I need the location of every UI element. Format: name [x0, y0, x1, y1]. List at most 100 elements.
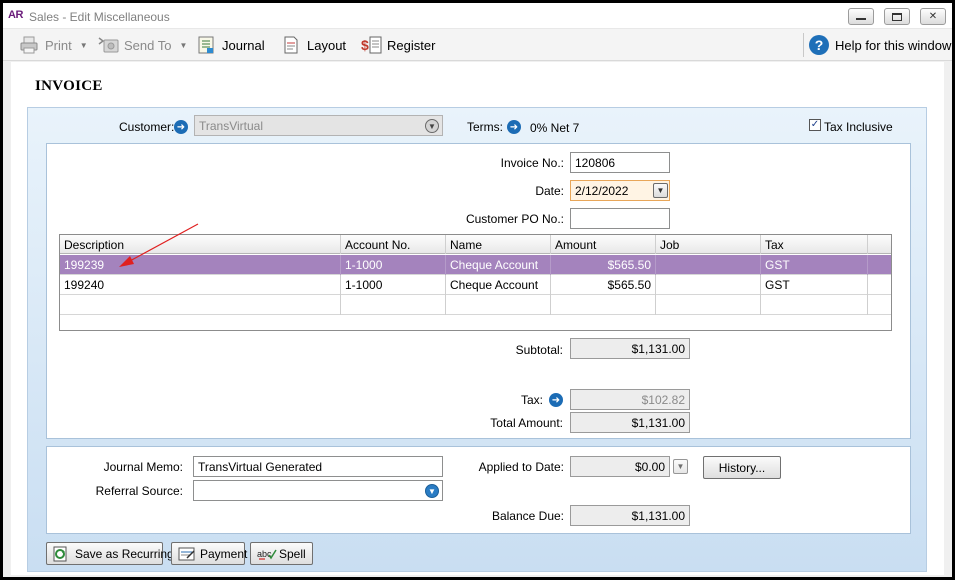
register-icon: $ [361, 35, 382, 55]
calendar-dropdown-icon[interactable]: ▼ [653, 183, 668, 198]
journal-label: Journal [222, 37, 265, 53]
help-button[interactable]: ? Help for this window [809, 35, 951, 55]
toolbar: Print ▼ Send To ▼ Journal Layout $ Regis… [3, 29, 952, 61]
window-title: Sales - Edit Miscellaneous [29, 10, 170, 24]
column-header-amount[interactable]: Amount [551, 235, 656, 254]
column-header-job[interactable]: Job [656, 235, 761, 254]
payment-label: Payment [200, 546, 248, 561]
cell-job[interactable] [656, 295, 761, 315]
cell-description[interactable] [60, 295, 341, 315]
invoice-no-field[interactable]: 120806 [570, 152, 670, 173]
title-bar: AR Sales - Edit Miscellaneous ✕ [3, 3, 952, 29]
cell-amount[interactable]: $565.50 [551, 275, 656, 295]
invoice-panel: Customer: ➜ TransVirtual ▼ Terms: ➜ 0% N… [27, 107, 927, 572]
customer-arrow-icon[interactable]: ➜ [174, 120, 188, 134]
cell-amount[interactable] [551, 295, 656, 315]
send-to-button[interactable]: Send To ▼ [98, 35, 187, 55]
tax-inclusive-checkbox[interactable]: ✓ [809, 119, 821, 131]
minimize-button[interactable] [848, 8, 874, 25]
line-items-grid[interactable]: Description Account No. Name Amount Job … [59, 234, 892, 331]
svg-text:abc: abc [257, 549, 272, 559]
cell-tax[interactable]: GST [761, 255, 868, 275]
print-label: Print [45, 37, 72, 53]
chevron-down-icon[interactable]: ▼ [673, 459, 688, 474]
invoice-no-label: Invoice No.: [500, 156, 564, 170]
terms-label: Terms: [467, 120, 503, 134]
total-amount-label: Total Amount: [490, 416, 563, 430]
customer-po-label: Customer PO No.: [465, 212, 564, 226]
printer-icon [19, 35, 39, 55]
table-row[interactable]: 199240 1-1000 Cheque Account $565.50 GST [60, 275, 891, 295]
maximize-button[interactable] [884, 8, 910, 25]
table-row-empty[interactable] [60, 295, 891, 315]
cell-name[interactable] [446, 295, 551, 315]
cell-job[interactable] [656, 255, 761, 275]
journal-icon [196, 35, 216, 55]
cell-account[interactable]: 1-1000 [341, 275, 446, 295]
minimize-icon [856, 17, 866, 20]
maximize-icon [892, 12, 902, 21]
save-as-recurring-button[interactable]: Save as Recurring [46, 542, 174, 565]
terms-value: 0% Net 7 [530, 121, 580, 135]
terms-arrow-icon[interactable]: ➜ [507, 120, 521, 134]
grid-header: Description Account No. Name Amount Job … [60, 235, 891, 254]
column-header-account[interactable]: Account No. [341, 235, 446, 254]
svg-text:$: $ [361, 37, 369, 53]
help-label: Help for this window [835, 37, 952, 53]
spell-label: Spell [279, 546, 306, 561]
column-header-spacer [868, 235, 891, 254]
cell-tax[interactable]: GST [761, 275, 868, 295]
balance-due-label: Balance Due: [491, 509, 564, 523]
send-to-icon [98, 35, 119, 55]
cell-name[interactable]: Cheque Account [446, 255, 551, 275]
customer-label: Customer: [119, 120, 175, 134]
tax-inclusive-label: Tax Inclusive [824, 120, 893, 134]
column-header-description[interactable]: Description [60, 235, 341, 254]
date-label: Date: [535, 184, 564, 198]
subtotal-field: $1,131.00 [570, 338, 690, 359]
layout-icon [281, 35, 301, 55]
toolbar-separator [803, 33, 804, 57]
payment-icon [178, 546, 196, 562]
cell-description[interactable]: 199240 [60, 275, 341, 295]
total-amount-field: $1,131.00 [570, 412, 690, 433]
spell-check-icon: abc [257, 546, 277, 562]
register-button[interactable]: $ Register [361, 35, 435, 55]
register-label: Register [387, 37, 436, 53]
save-as-recurring-label: Save as Recurring [75, 546, 174, 561]
cell-tax[interactable] [761, 295, 868, 315]
cell-amount[interactable]: $565.50 [551, 255, 656, 275]
tax-label: Tax: [520, 393, 543, 407]
table-row[interactable]: 199239 1-1000 Cheque Account $565.50 GST [60, 255, 891, 275]
cell-name[interactable]: Cheque Account [446, 275, 551, 295]
customer-field[interactable]: TransVirtual [194, 115, 443, 136]
journal-memo-label: Journal Memo: [103, 460, 183, 474]
tax-arrow-icon[interactable]: ➜ [549, 393, 563, 407]
column-header-name[interactable]: Name [446, 235, 551, 254]
send-to-label: Send To [124, 37, 172, 53]
spell-button[interactable]: abc Spell [250, 542, 313, 565]
referral-source-field[interactable] [193, 480, 443, 501]
cell-job[interactable] [656, 275, 761, 295]
print-button[interactable]: Print ▼ [19, 35, 88, 55]
payment-button[interactable]: Payment [171, 542, 248, 565]
cell-account[interactable] [341, 295, 446, 315]
journal-button[interactable]: Journal [196, 35, 265, 55]
cell-account[interactable]: 1-1000 [341, 255, 446, 275]
close-button[interactable]: ✕ [920, 8, 946, 25]
subtotal-label: Subtotal: [515, 343, 563, 357]
help-icon: ? [809, 35, 829, 55]
layout-button[interactable]: Layout [281, 35, 346, 55]
column-header-tax[interactable]: Tax [761, 235, 868, 254]
recurring-icon [53, 546, 71, 562]
chevron-down-icon[interactable]: ▼ [425, 119, 439, 133]
referral-source-label: Referral Source: [95, 484, 183, 498]
customer-po-field[interactable] [570, 208, 670, 229]
balance-due-field: $1,131.00 [570, 505, 690, 526]
history-button[interactable]: History... [703, 456, 781, 479]
page-title: INVOICE [35, 78, 103, 94]
journal-memo-field[interactable]: TransVirtual Generated [193, 456, 443, 477]
memo-panel: Journal Memo: TransVirtual Generated Ref… [46, 446, 911, 534]
chevron-down-icon[interactable]: ▼ [425, 484, 439, 498]
cell-description[interactable]: 199239 [60, 255, 341, 275]
